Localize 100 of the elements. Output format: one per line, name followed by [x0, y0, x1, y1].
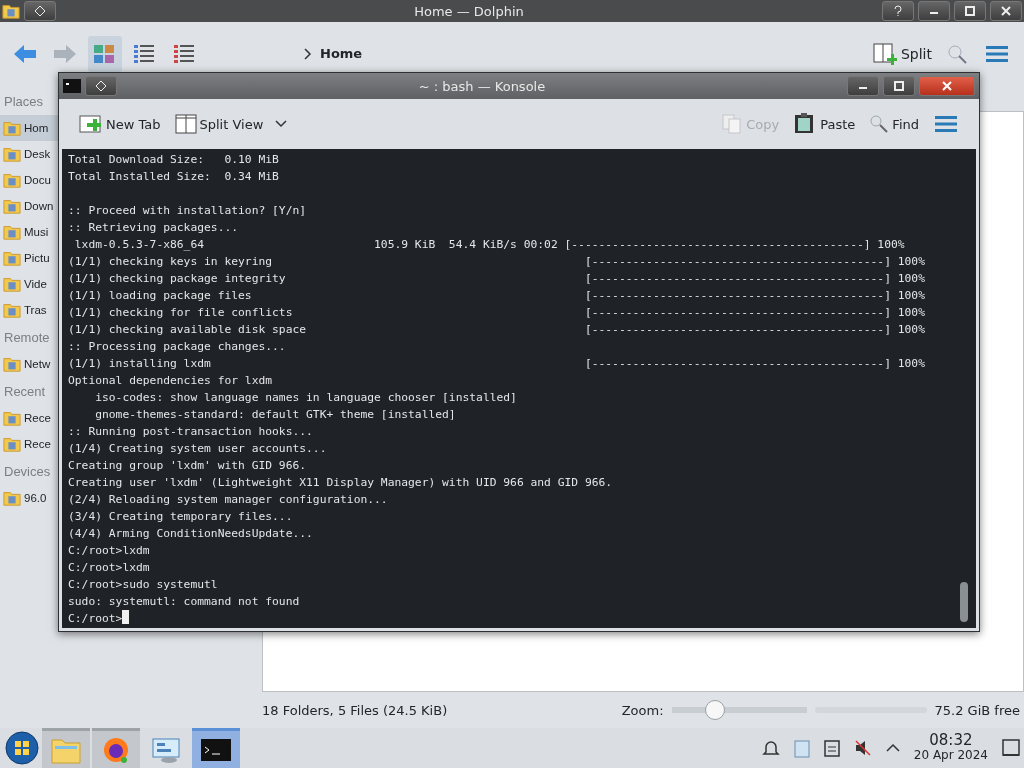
minimize-button[interactable]	[918, 1, 950, 21]
chevron-right-icon	[304, 47, 312, 60]
places-item[interactable]: Down	[0, 193, 59, 219]
terminal-line: (1/1) checking keys in keyring [-------------------------------------------] 100%	[68, 255, 925, 268]
folder-icon	[3, 249, 21, 267]
terminal-line: Creating group 'lxdm' with GID 966.	[68, 459, 307, 472]
menu-icon	[935, 115, 957, 133]
terminal-line: gnome-themes-standard: default GTK+ theme [installed]	[94, 408, 456, 421]
chevron-up-icon[interactable]	[885, 743, 900, 753]
zoom-label: Zoom:	[621, 702, 664, 718]
terminal-icon	[63, 79, 81, 93]
terminal-line: (1/1) checking available disk space [-------------------------------------------] 100%	[68, 323, 925, 336]
question-mark-icon	[893, 5, 903, 17]
scrollbar-thumb[interactable]	[960, 582, 968, 622]
window-title: Home — Dolphin	[413, 3, 525, 19]
window-menu-button[interactable]	[24, 1, 56, 21]
places-item[interactable]: Musi	[0, 219, 59, 245]
terminal-line: C:/root>lxdm	[68, 544, 150, 557]
close-button[interactable]	[919, 76, 975, 96]
close-icon	[1001, 6, 1011, 16]
find-button[interactable]: Find	[867, 112, 921, 136]
new-tab-button[interactable]: New Tab	[77, 111, 163, 137]
section-heading: Devices	[3, 462, 51, 481]
icons-view-icon	[92, 42, 116, 65]
terminal-icon	[201, 738, 231, 761]
start-menu-button[interactable]	[4, 730, 40, 766]
maximize-icon	[965, 6, 975, 16]
status-summary: 18 Folders, 5 Files (24.5 KiB)	[262, 702, 448, 718]
terminal-line: (3/4) Creating temporary files...	[68, 510, 293, 523]
paste-button[interactable]: Paste	[791, 110, 858, 138]
arrow-right-icon	[52, 42, 78, 65]
places-item[interactable]: Tras	[0, 297, 59, 323]
copy-icon	[721, 113, 744, 135]
terminal-line: sudo: systemutl: command not found	[68, 595, 300, 608]
terminal-line: iso-codes: show language names in language chooser [installed]	[94, 391, 517, 404]
folder-icon	[3, 145, 21, 163]
list-view-icon	[172, 42, 196, 65]
free-space-label: 75.2 GiB free	[934, 702, 1020, 718]
places-item[interactable]: Rece	[0, 405, 59, 431]
terminal-line: Total Installed Size: 0.34 MiB	[68, 170, 279, 183]
show-desktop-icon[interactable]	[1002, 739, 1020, 757]
browser-icon	[102, 735, 130, 764]
terminal-line: Total Download Size: 0.10 MiB	[68, 153, 279, 166]
places-item[interactable]: Hom	[0, 115, 59, 141]
terminal-line: (2/4) Reloading system manager configuration...	[68, 493, 388, 506]
folder-icon	[3, 409, 21, 427]
terminal-line: (1/1) installing lxdm [-------------------------------------------] 100%	[68, 357, 925, 370]
close-icon	[942, 81, 952, 91]
help-button[interactable]	[882, 1, 914, 21]
arrow-left-icon	[12, 42, 38, 65]
places-item[interactable]: Netw	[0, 351, 59, 377]
maximize-icon	[894, 81, 904, 91]
split-view-button[interactable]: Split View	[172, 112, 266, 136]
terminal-line: (1/1) loading package files [-------------------------------------------] 100%	[68, 289, 925, 302]
terminal-line: C:/root>sudo systemutl	[68, 578, 218, 591]
folder-icon	[3, 275, 21, 293]
folder-icon	[3, 119, 21, 137]
terminal-line: C:/root>lxdm	[68, 561, 150, 574]
terminal-line: C:/root>	[68, 612, 123, 625]
terminal-line: lxdm-0.5.3-7-x86_64 105.9 KiB 54.4 KiB/s 00:02 [-------------------------------------------] 100%	[73, 238, 905, 251]
section-heading: Places	[3, 92, 44, 111]
terminal-line: :: Processing package changes...	[68, 340, 286, 353]
close-button[interactable]	[990, 1, 1022, 21]
maximize-button[interactable]	[954, 1, 986, 21]
terminal-line: :: Retrieving packages...	[68, 221, 239, 234]
maximize-button[interactable]	[883, 76, 915, 96]
app-icon	[2, 2, 20, 20]
places-item[interactable]: Docu	[0, 167, 59, 193]
places-item[interactable]: Rece	[0, 431, 59, 457]
split-button[interactable]: Split	[868, 35, 936, 72]
split-view-icon	[872, 41, 897, 66]
terminal-line: :: Running post-transaction hooks...	[68, 425, 313, 438]
section-heading: Recent	[3, 382, 46, 401]
folder-icon	[3, 197, 21, 215]
slider-handle[interactable]	[704, 700, 725, 720]
terminal-line: (4/4) Arming ConditionNeedsUpdate...	[68, 527, 313, 540]
window-title: ~ : bash — Konsole	[417, 78, 547, 94]
taskbar-button[interactable]	[192, 728, 240, 768]
system-settings-icon	[151, 735, 181, 764]
taskbar-button[interactable]	[92, 728, 140, 768]
places-item[interactable]: Vide	[0, 271, 59, 297]
menu-icon	[986, 44, 1008, 63]
minimize-button[interactable]	[847, 76, 879, 96]
places-item[interactable]: Desk	[0, 141, 59, 167]
diamond-icon	[34, 5, 46, 17]
chevron-down-icon[interactable]	[275, 120, 288, 128]
places-item[interactable]: 96.0	[0, 485, 59, 511]
terminal-line: (1/1) checking package integrity [-------------------------------------------] 100%	[68, 272, 925, 285]
list-view-icon	[132, 42, 156, 65]
breadcrumb-item[interactable]: Home	[298, 45, 369, 62]
clock[interactable]: 08:32 20 Apr 2024	[913, 733, 988, 763]
folder-icon	[3, 489, 21, 507]
window-menu-button[interactable]	[85, 76, 117, 96]
text-cursor	[122, 610, 130, 624]
places-item[interactable]: Pictu	[0, 245, 59, 271]
folder-icon	[3, 171, 21, 189]
notification-icon[interactable]	[761, 739, 780, 757]
diamond-icon	[95, 80, 107, 92]
folder-icon	[3, 435, 21, 453]
muted-speaker-icon[interactable]	[853, 739, 872, 757]
